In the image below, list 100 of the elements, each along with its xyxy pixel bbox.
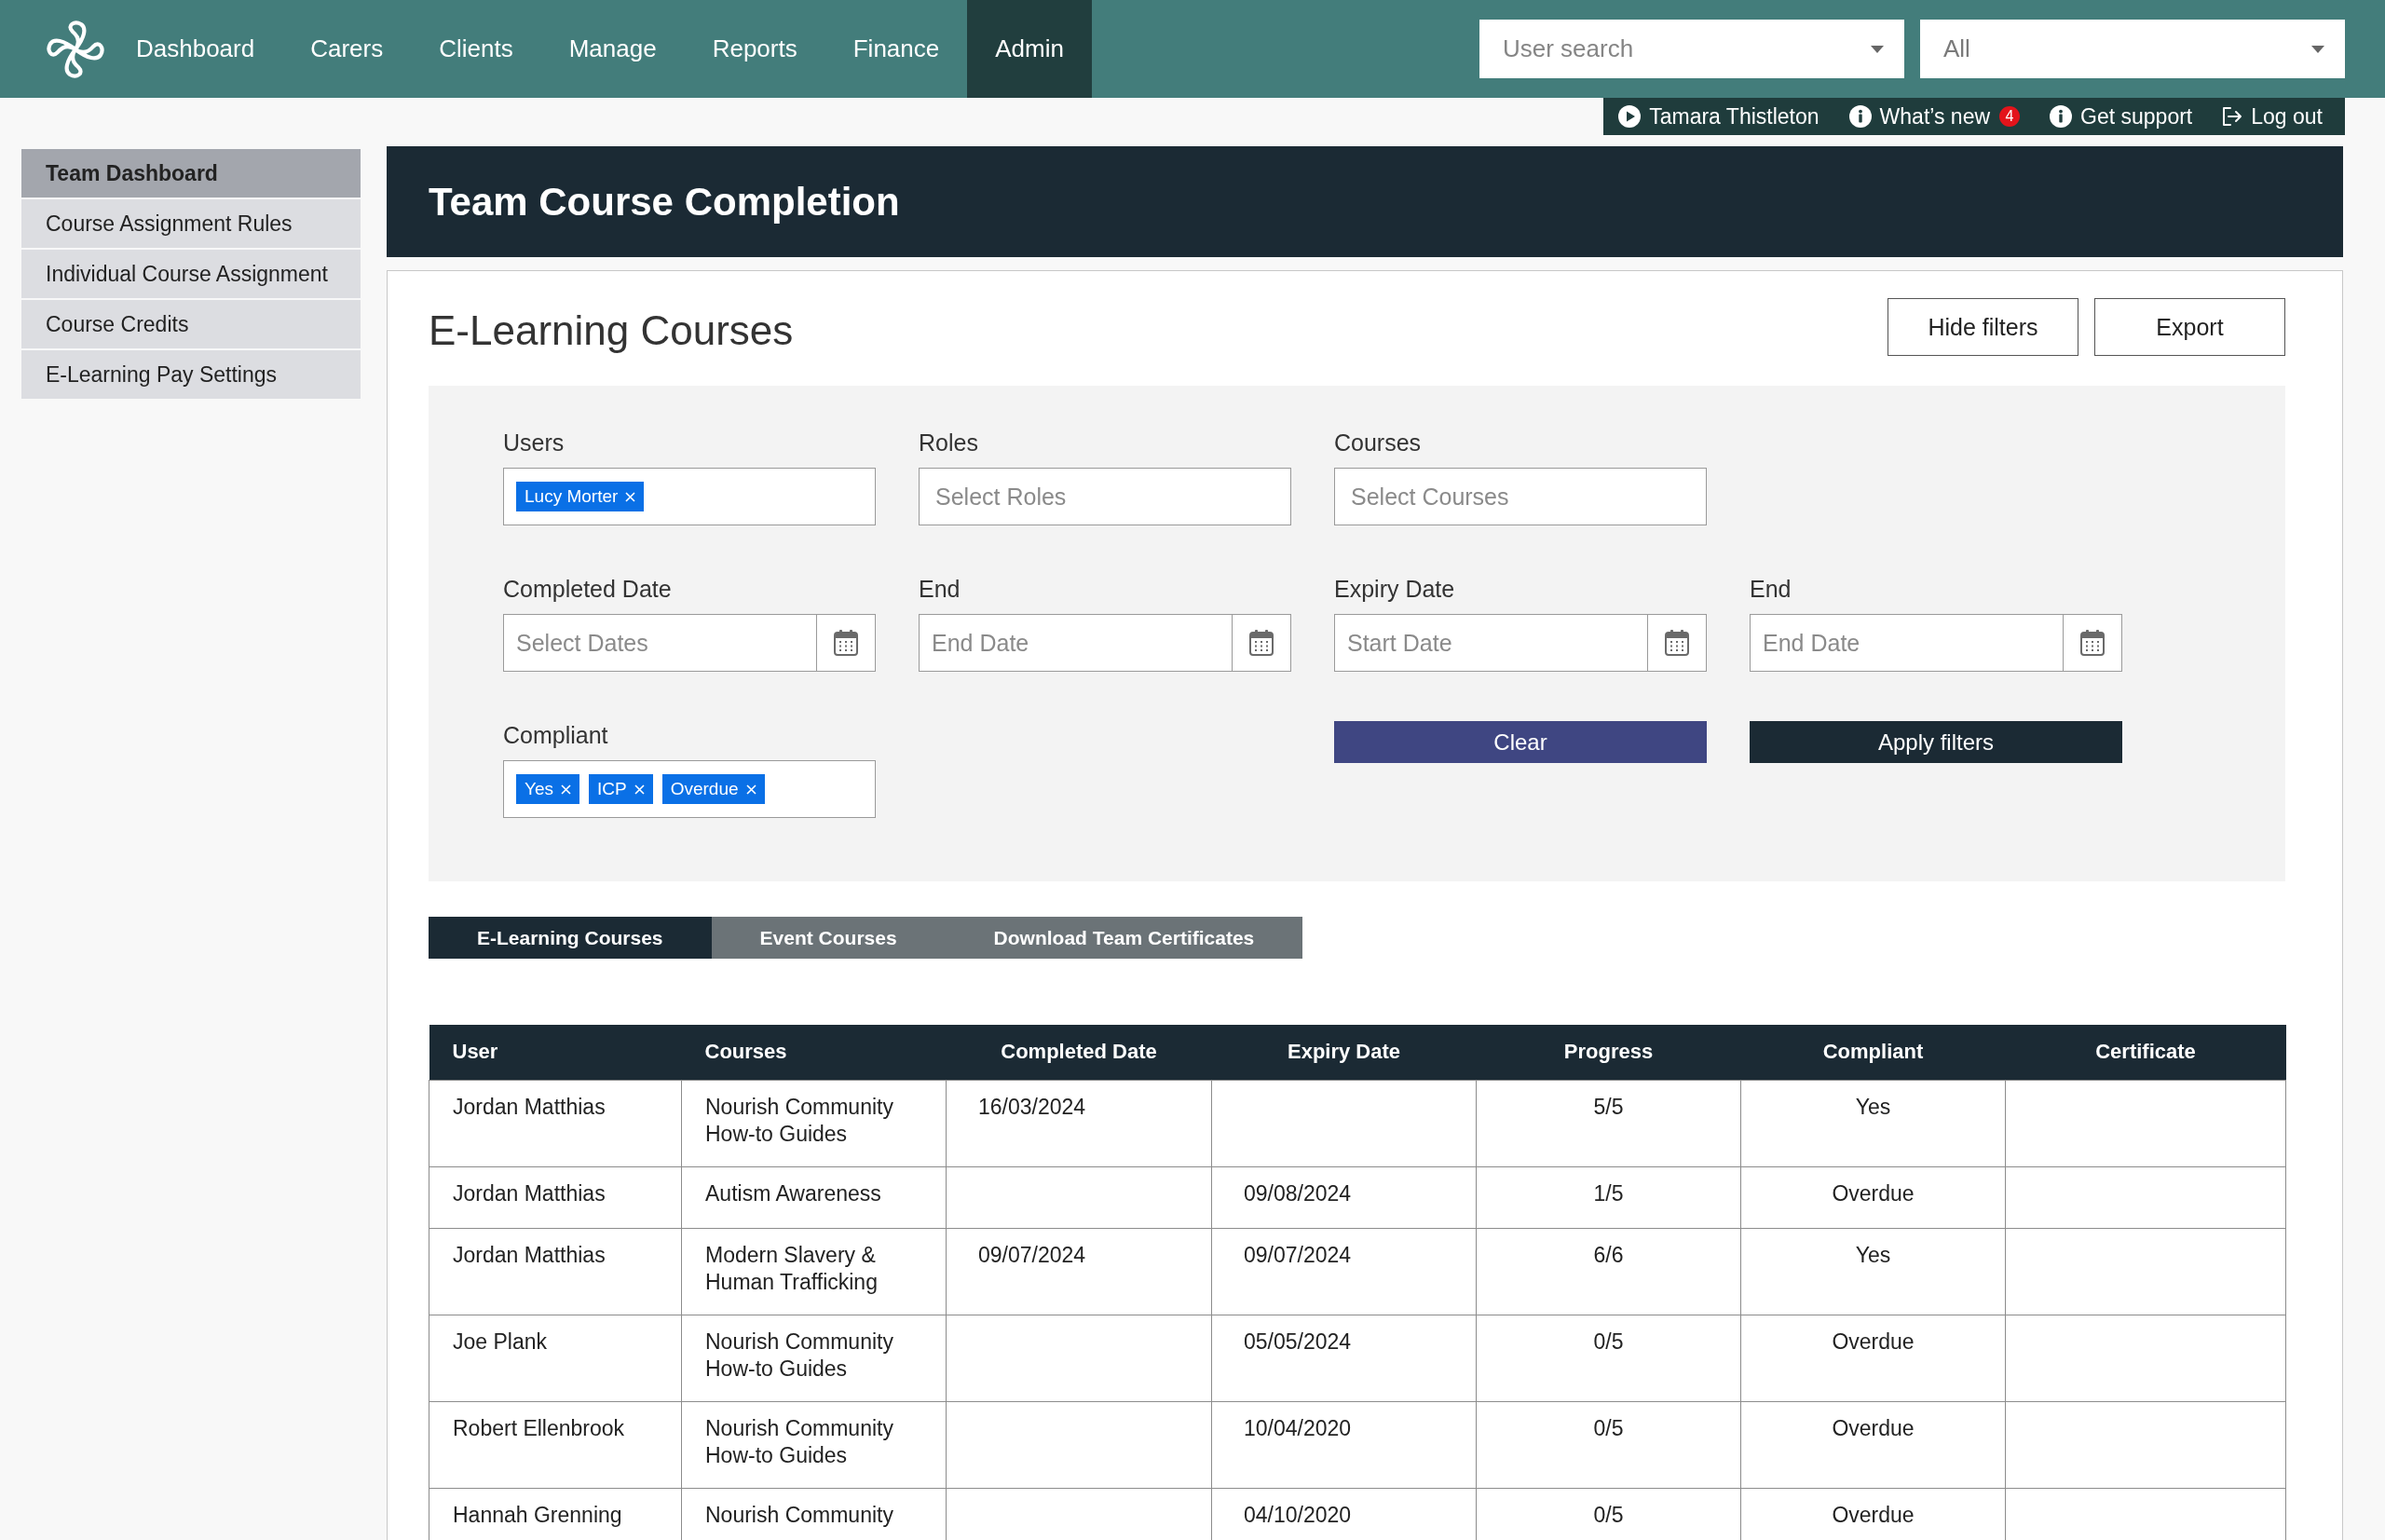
table-cell: 0/5 [1593,1502,1624,1527]
sidebar-item[interactable]: Course Credits [21,300,361,348]
calendar-icon [2080,630,2105,656]
sidebar-item[interactable]: E-Learning Pay Settings [21,350,361,399]
logout-icon [2222,106,2243,127]
table-cell: 04/10/2020 [1244,1502,1352,1527]
table-cell: Yes [1855,1094,1891,1119]
tag-select-field[interactable]: Lucy Morter [503,468,876,525]
nav-item[interactable]: Finance [825,0,968,98]
close-icon [625,491,636,502]
nav-item[interactable]: Dashboard [108,0,283,98]
calendar-icon [1665,630,1689,656]
logout-link[interactable]: Log out [2222,103,2323,129]
info-icon [2050,105,2073,128]
table-cell: Autism Awareness [705,1180,881,1206]
user-search-field[interactable]: User search [1479,20,1904,78]
table-cell: Nourish Community [705,1502,893,1527]
filter-tag[interactable]: Lucy Morter [516,482,645,511]
table-cell: Overdue [1832,1329,1915,1354]
calendar-icon [834,630,858,656]
table-cell: 5/5 [1593,1094,1624,1119]
table-cell: 05/05/2024 [1244,1329,1352,1354]
table-cell: Yes [1855,1242,1891,1267]
info-link[interactable]: What’s new 4 [1848,103,2021,129]
field-label: Compliant [503,721,609,749]
outline-button[interactable]: Export [2094,298,2285,356]
table-cell: Nourish Community How-to Guides [705,1415,893,1467]
table-cell: 0/5 [1593,1329,1624,1354]
column-header: Courses [681,1025,947,1080]
nav-item[interactable]: Carers [282,0,412,98]
date-input-field[interactable]: End Date [1750,614,2063,672]
field-label: End [1750,575,1792,603]
calendar-button[interactable] [2063,614,2122,672]
secondary-button[interactable]: Clear [1334,721,1707,763]
table-cell: 10/04/2020 [1244,1415,1352,1440]
sidebar-item[interactable]: Course Assignment Rules [21,199,361,248]
column-header: Expiry Date [1211,1025,1477,1080]
nav-item[interactable]: Admin [967,0,1092,98]
table-cell: Overdue [1832,1502,1915,1527]
primary-button[interactable]: Apply filters [1750,721,2122,763]
table-cell: Robert Ellenbrook [453,1415,625,1440]
filter-tag[interactable]: Yes [516,774,579,804]
table-cell: 09/07/2024 [978,1242,1086,1267]
table-cell: Jordan Matthias [453,1180,606,1206]
table-cell: Hannah Grenning [453,1502,622,1527]
column-header: Progress [1476,1025,1741,1080]
table-cell: 16/03/2024 [978,1094,1086,1119]
field-label: Users [503,429,566,457]
table-cell: Overdue [1832,1180,1915,1206]
table-cell: 1/5 [1593,1180,1624,1206]
sidebar-item[interactable]: Team Dashboard [21,149,361,198]
filter-tag[interactable]: ICP [589,774,653,804]
select-field[interactable]: Select Roles [919,468,1291,525]
table-cell: Modern Slavery & Human Trafficking [705,1242,878,1294]
tag-select-field[interactable]: Yes ICP Overdue [503,760,876,818]
table-cell: 09/08/2024 [1244,1180,1352,1206]
select-field[interactable]: Select Courses [1334,468,1707,525]
field-label: Expiry Date [1334,575,1456,603]
info-link[interactable]: Get support [2050,103,2193,129]
column-header: Completed Date [946,1025,1212,1080]
close-icon [745,784,756,795]
tab[interactable]: Event Courses [711,917,946,959]
column-header: Certificate [2005,1025,2286,1080]
field-label: Roles [919,429,979,457]
close-icon [561,784,571,795]
outline-button[interactable]: Hide filters [1888,298,2078,356]
calendar-button[interactable] [1232,614,1291,672]
sidebar-item[interactable]: Individual Course Assignment [21,250,361,298]
nav-item[interactable]: Reports [684,0,825,98]
field-label: Courses [1334,429,1423,457]
table-cell: Joe Plank [453,1329,547,1354]
table-cell: Nourish Community How-to Guides [705,1094,893,1146]
user-profile-link[interactable]: Tamara Thistleton [1618,103,1819,129]
table-cell: 0/5 [1593,1415,1624,1440]
table-cell: 09/07/2024 [1244,1242,1352,1267]
notification-badge: 4 [1999,106,2021,127]
table-cell: Jordan Matthias [453,1094,606,1119]
section-title: E-Learning Courses [429,307,794,354]
scope-select-field[interactable]: All [1920,20,2345,78]
table-cell: Jordan Matthias [453,1242,606,1267]
calendar-button[interactable] [1647,614,1707,672]
column-header: Compliant [1740,1025,2006,1080]
table-cell: Overdue [1832,1415,1915,1440]
dropdown-caret-icon [1871,46,1884,53]
dropdown-caret-icon [2311,46,2324,53]
field-label: End [919,575,961,603]
date-input-field[interactable]: Select Dates [503,614,816,672]
tab[interactable]: E-Learning Courses [429,917,712,959]
nav-item[interactable]: Manage [540,0,685,98]
date-input-field[interactable]: Start Date [1334,614,1647,672]
info-icon [1848,105,1872,128]
page-title: Team Course Completion [429,179,900,225]
flower-logo-icon [47,20,104,78]
tab[interactable]: Download Team Certificates [945,917,1303,959]
calendar-button[interactable] [816,614,876,672]
table-cell: 6/6 [1593,1242,1624,1267]
nav-item[interactable]: Clients [411,0,541,98]
date-input-field[interactable]: End Date [919,614,1232,672]
filter-tag[interactable]: Overdue [661,774,765,804]
calendar-icon [1249,630,1274,656]
